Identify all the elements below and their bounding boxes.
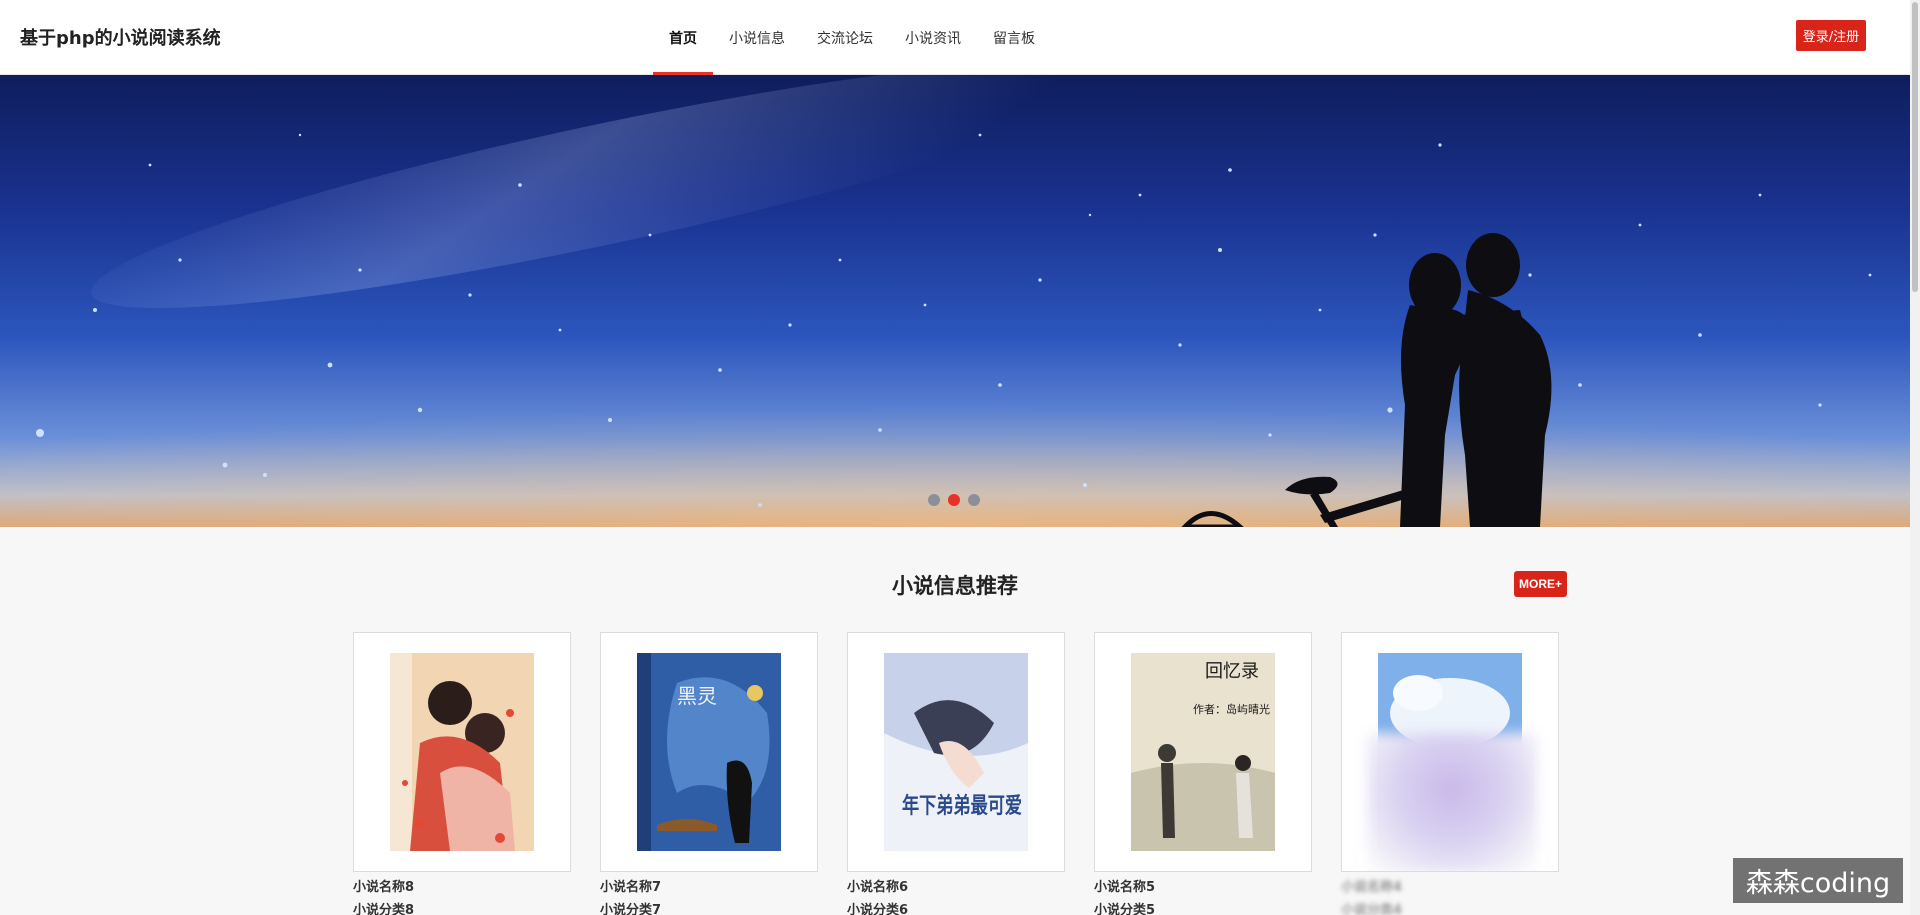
section-title: 小说信息推荐 <box>892 574 1018 598</box>
nav-guestbook[interactable]: 留言板 <box>977 0 1051 75</box>
novel-cover-frame[interactable] <box>1341 632 1559 872</box>
site-title[interactable]: 基于php的小说阅读系统 <box>20 24 221 50</box>
page-scrollbar[interactable] <box>1910 0 1920 915</box>
top-navbar: 基于php的小说阅读系统 首页 小说信息 交流论坛 小说资讯 留言板 登录/注册 <box>0 0 1910 76</box>
scrollbar-thumb[interactable] <box>1912 2 1918 292</box>
novel-card[interactable]: 小说名称8 小说分类8 <box>353 632 571 915</box>
carousel-indicators <box>928 494 980 506</box>
novel-cover-frame[interactable]: 回忆录 作者：岛屿晴光 <box>1094 632 1312 872</box>
novel-category: 小说分类4 <box>1341 903 1403 915</box>
cover-title: 回忆录 <box>1205 661 1259 682</box>
nav-forum[interactable]: 交流论坛 <box>801 0 889 75</box>
novel-name[interactable]: 小说名称5 <box>1094 876 1312 895</box>
carousel-dot-2[interactable] <box>948 494 960 506</box>
novel-card[interactable]: 小说名称4 小说分类4 <box>1341 632 1559 915</box>
blurred-overlay <box>1367 733 1537 871</box>
novel-cover-frame[interactable]: 黑灵 <box>600 632 818 872</box>
novel-cover-frame[interactable] <box>353 632 571 872</box>
watermark-label: 森森coding <box>1733 858 1903 903</box>
nav-home[interactable]: 首页 <box>653 0 713 76</box>
main-nav: 首页 小说信息 交流论坛 小说资讯 留言板 <box>653 0 1051 76</box>
hero-carousel[interactable] <box>0 75 1910 527</box>
novel-category: 小说分类5 <box>1094 903 1156 915</box>
novel-name[interactable]: 小说名称4 <box>1341 876 1559 895</box>
night-sky-couple-image <box>0 75 1910 527</box>
novel-cover-frame[interactable]: 年下弟弟最可爱 <box>847 632 1065 872</box>
cover-title: 年下弟弟最可爱 <box>902 793 1022 819</box>
nav-novels[interactable]: 小说信息 <box>713 0 801 75</box>
novel-category: 小说分类6 <box>847 903 909 915</box>
cover-title: 黑灵 <box>677 684 717 708</box>
nav-news[interactable]: 小说资讯 <box>889 0 977 75</box>
cover-author: 作者：岛屿晴光 <box>1193 702 1270 716</box>
novel-card[interactable]: 回忆录 作者：岛屿晴光 小说名称5 小说分类5 <box>1094 632 1312 915</box>
novel-card[interactable]: 年下弟弟最可爱 小说名称6 小说分类6 <box>847 632 1065 915</box>
novel-cover-image <box>390 653 534 851</box>
novel-cover-image: 回忆录 作者：岛屿晴光 <box>1131 653 1275 851</box>
novel-category: 小说分类8 <box>353 903 415 915</box>
login-register-button[interactable]: 登录/注册 <box>1796 20 1866 51</box>
novel-card[interactable]: 黑灵 小说名称7 小说分类7 <box>600 632 818 915</box>
novel-category: 小说分类7 <box>600 903 662 915</box>
novel-cover-image: 黑灵 <box>637 653 781 851</box>
carousel-dot-3[interactable] <box>968 494 980 506</box>
more-button[interactable]: MORE+ <box>1514 571 1567 597</box>
novel-name[interactable]: 小说名称7 <box>600 876 818 895</box>
carousel-dot-1[interactable] <box>928 494 940 506</box>
novel-name[interactable]: 小说名称8 <box>353 876 571 895</box>
novel-name[interactable]: 小说名称6 <box>847 876 1065 895</box>
novel-cover-image: 年下弟弟最可爱 <box>884 653 1028 851</box>
